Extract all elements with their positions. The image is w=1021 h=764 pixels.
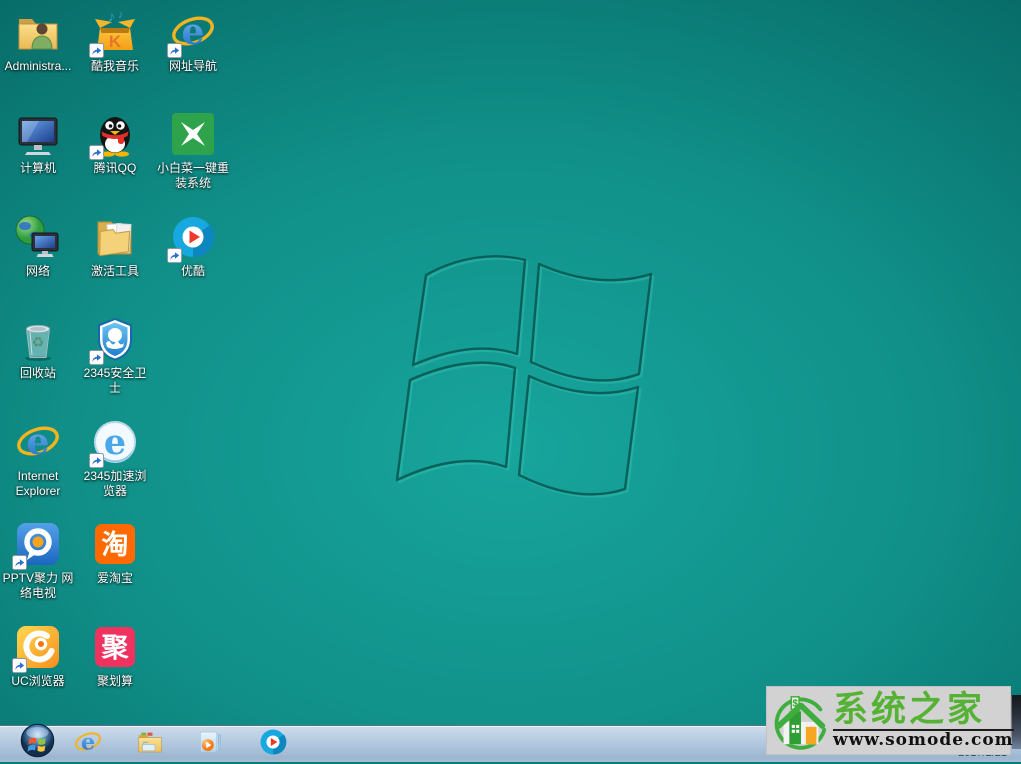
icon-label: Internet Explorer xyxy=(0,469,78,499)
network[interactable]: 网络 xyxy=(0,213,78,279)
open-folder-icon xyxy=(91,213,139,261)
blue-shield-icon xyxy=(91,315,139,363)
icon-label: 酷我音乐 xyxy=(75,59,155,74)
activation-tools[interactable]: 激活工具 xyxy=(75,213,155,279)
icon-label: 计算机 xyxy=(0,161,78,176)
internet-explorer-icon: e xyxy=(14,418,62,466)
svg-text:♻: ♻ xyxy=(32,334,45,350)
icon-label: 爱淘宝 xyxy=(75,571,155,586)
youku-play-icon xyxy=(169,213,217,261)
recycle-bin-icon: ♻ xyxy=(14,315,62,363)
brand-url: www.somode.com xyxy=(833,729,1014,750)
icon-label: 腾讯QQ xyxy=(75,161,155,176)
svg-text:e: e xyxy=(182,11,205,53)
brand-title: 系统之家 xyxy=(833,691,1014,728)
start-button[interactable] xyxy=(14,727,60,761)
youku-play-icon xyxy=(258,727,288,762)
icon-label: 网址导航 xyxy=(153,59,233,74)
icon-label: 2345加速浏 览器 xyxy=(75,469,155,499)
svg-text:聚: 聚 xyxy=(101,633,130,663)
taskbar-windows-explorer[interactable] xyxy=(127,727,173,761)
shortcut-arrow-icon xyxy=(167,248,182,263)
shortcut-arrow-icon xyxy=(89,453,104,468)
svg-text:淘: 淘 xyxy=(102,530,129,560)
svg-text:♪: ♪ xyxy=(118,9,124,21)
xiaobaicai-reinstall[interactable]: 小白菜一键重 装系统 xyxy=(153,110,233,191)
uc-browser[interactable]: UC浏览器 xyxy=(0,623,78,689)
taskbar-media-player[interactable] xyxy=(188,727,234,761)
svg-text:e: e xyxy=(27,421,50,463)
shortcut-arrow-icon xyxy=(12,658,27,673)
icon-label: 聚划算 xyxy=(75,674,155,689)
shortcut-arrow-icon xyxy=(167,43,182,58)
folder-user-icon xyxy=(14,8,62,56)
taobao-square-icon: 淘 xyxy=(91,520,139,568)
media-player-icon xyxy=(196,727,226,762)
icon-label: 2345安全卫 士 xyxy=(75,366,155,396)
juhuasuan[interactable]: 聚聚划算 xyxy=(75,623,155,689)
kuwo-box-icon: ♪ ♪ K xyxy=(91,8,139,56)
explorer-folder-icon xyxy=(135,727,165,762)
internet-explorer-icon: e xyxy=(169,8,217,56)
e-2345-browser-icon: e xyxy=(91,418,139,466)
recycle-bin[interactable]: ♻ 回收站 xyxy=(0,315,78,381)
pptv-net-tv[interactable]: PPTV聚力 网 络电视 xyxy=(0,520,78,601)
icon-label: 网络 xyxy=(0,264,78,279)
kuwo-music[interactable]: ♪ ♪ K 酷我音乐 xyxy=(75,8,155,74)
network-globe-monitor-icon xyxy=(14,213,62,261)
taskbar-youku[interactable] xyxy=(250,727,296,761)
somode-house-logo-icon: $ xyxy=(769,690,831,752)
tencent-qq[interactable]: 腾讯QQ xyxy=(75,110,155,176)
shortcut-arrow-icon xyxy=(12,555,27,570)
2345-speed-browser[interactable]: e 2345加速浏 览器 xyxy=(75,418,155,499)
internet-explorer[interactable]: e Internet Explorer xyxy=(0,418,78,499)
icon-label: 激活工具 xyxy=(75,264,155,279)
icon-label: 回收站 xyxy=(0,366,78,381)
computer-monitor-icon xyxy=(14,110,62,158)
shortcut-arrow-icon xyxy=(89,43,104,58)
svg-text:e: e xyxy=(81,729,95,755)
green-cross-arrows-icon xyxy=(169,110,217,158)
shortcut-arrow-icon xyxy=(89,350,104,365)
2345-security-guard[interactable]: 2345安全卫 士 xyxy=(75,315,155,396)
taskbar-internet-explorer[interactable]: e xyxy=(65,727,111,761)
youku[interactable]: 优酷 xyxy=(153,213,233,279)
windows-flag-watermark xyxy=(368,253,662,505)
icon-label: UC浏览器 xyxy=(0,674,78,689)
brand-watermark: $ 系统之家 www.somode.com xyxy=(766,686,1011,755)
pptv-ring-icon xyxy=(14,520,62,568)
juhuasuan-square-icon: 聚 xyxy=(91,623,139,671)
icon-label: Administra... xyxy=(0,59,78,74)
icon-label: 小白菜一键重 装系统 xyxy=(153,161,233,191)
windows-start-orb-icon xyxy=(19,725,56,764)
icon-label: PPTV聚力 网 络电视 xyxy=(0,571,78,601)
web-navigation[interactable]: e 网址导航 xyxy=(153,8,233,74)
computer[interactable]: 计算机 xyxy=(0,110,78,176)
uc-swirl-icon xyxy=(14,623,62,671)
administrator-folder[interactable]: Administra... xyxy=(0,8,78,74)
desktop: Administra... ♪ ♪ K 酷我音乐 e 网址导航 计算机 腾讯QQ… xyxy=(0,0,1021,726)
svg-text:e: e xyxy=(104,422,126,463)
shortcut-arrow-icon xyxy=(89,145,104,160)
qq-penguin-icon xyxy=(91,110,139,158)
svg-text:K: K xyxy=(109,32,122,51)
icon-label: 优酷 xyxy=(153,264,233,279)
ai-taobao[interactable]: 淘爱淘宝 xyxy=(75,520,155,586)
internet-explorer-icon: e xyxy=(73,727,103,762)
